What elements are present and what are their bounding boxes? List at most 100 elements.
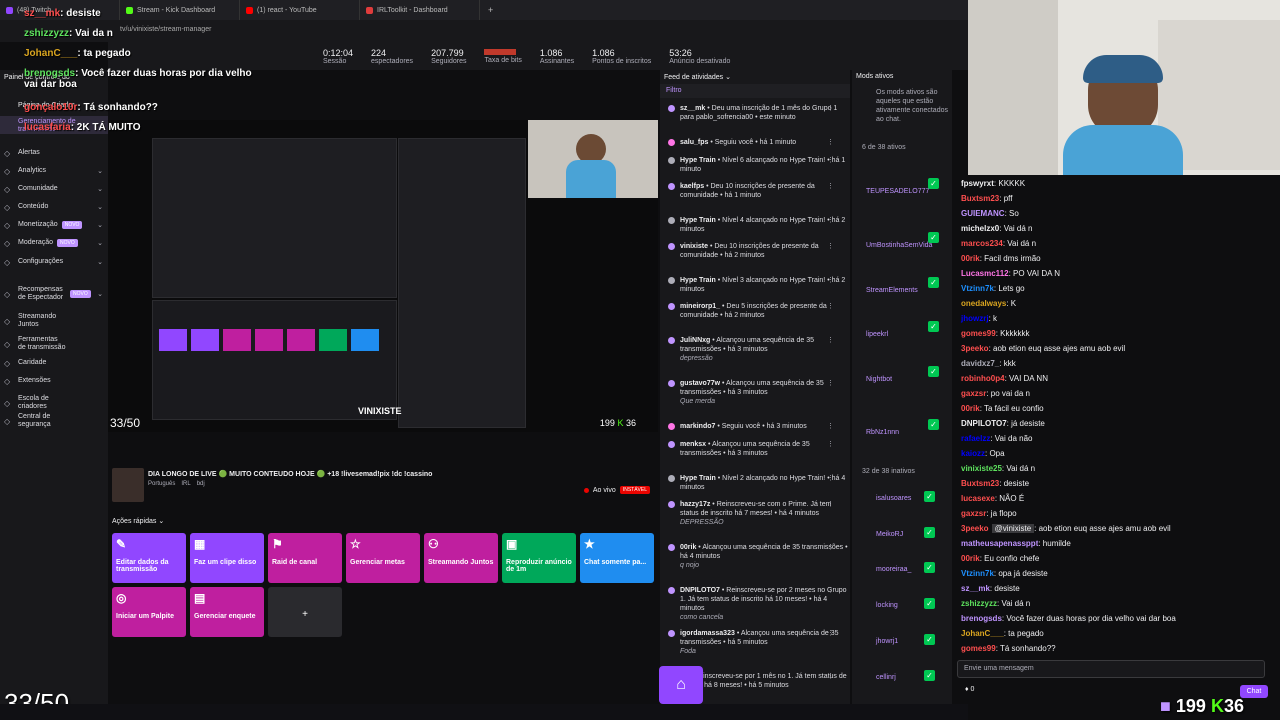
chat-username[interactable]: Vtzinn7k	[961, 569, 994, 578]
more-options-icon[interactable]: ⋮	[827, 302, 834, 311]
feed-item[interactable]: vinixiste • Deu 10 inscrições de present…	[660, 242, 850, 260]
more-options-icon[interactable]: ⋮	[827, 216, 834, 225]
feed-item[interactable]: Hype Train • Nível 4 alcançado no Hype T…	[660, 216, 850, 234]
more-options-icon[interactable]: ⋮	[827, 182, 834, 191]
mod-name[interactable]: TEUPESADELO777	[866, 188, 929, 195]
chat-username[interactable]: gaxzsr	[961, 509, 986, 518]
mod-action-icon[interactable]: ✓	[928, 232, 939, 243]
chat-username[interactable]: sz__mk	[961, 584, 990, 593]
mod-name[interactable]: RbNz1nnn	[866, 429, 899, 436]
channel-points[interactable]: ♦ 0	[965, 686, 974, 693]
mod-name[interactable]: locking	[876, 602, 898, 609]
chat-username[interactable]: DNPILOTO7	[961, 419, 1007, 428]
chat-username[interactable]: jhowzrj	[961, 314, 989, 323]
more-options-icon[interactable]: ⋮	[827, 474, 834, 483]
chat-username[interactable]: 00rik	[961, 554, 980, 563]
feed-header[interactable]: Feed de atividades ⌄	[664, 73, 731, 81]
mod-action-icon[interactable]: ✓	[924, 562, 935, 573]
sidebar-item[interactable]: ◇ Alertas	[4, 149, 103, 158]
more-options-icon[interactable]: ⋮	[827, 672, 834, 681]
chat-username[interactable]: lucasexe	[961, 494, 995, 503]
chat-username[interactable]: robinho0p4	[961, 374, 1005, 383]
chat-input[interactable]: Envie uma mensagem	[957, 660, 1265, 678]
browser-tab[interactable]: Stream - Kick Dashboard	[120, 0, 240, 20]
feed-item[interactable]: JuliNNxg • Alcançou uma sequência de 35 …	[660, 336, 850, 363]
quick-action-button[interactable]: +	[268, 587, 342, 637]
chat-username[interactable]: matheusapenassppt	[961, 539, 1038, 548]
sidebar-item[interactable]: ◇ Analytics ⌄	[4, 167, 103, 176]
more-options-icon[interactable]: ⋮	[827, 440, 834, 449]
feed-item[interactable]: salu_fps • Seguiu você • há 1 minuto ⋮	[660, 138, 850, 147]
new-tab-button[interactable]: +	[480, 5, 501, 15]
mod-name[interactable]: StreamElements	[866, 287, 918, 294]
sidebar-item[interactable]: ◇ Streamando Juntos	[4, 313, 103, 329]
feed-item[interactable]: Hype Train • Nível 6 alcançado no Hype T…	[660, 156, 850, 174]
mod-name[interactable]: UmBostinhaSemVida	[866, 242, 932, 249]
feed-item[interactable]: kaelfps • Deu 10 inscrições de presente …	[660, 182, 850, 200]
mod-action-icon[interactable]: ✓	[928, 419, 939, 430]
chat-username[interactable]: Buxtsm23	[961, 479, 999, 488]
quick-action-button[interactable]: ✎ Editar dados da transmissão	[112, 533, 186, 583]
mod-name[interactable]: mooreiraa_	[876, 566, 911, 573]
more-options-icon[interactable]: ⋮	[827, 379, 834, 388]
sidebar-item[interactable]: ◇ Escola de criadores	[4, 395, 103, 411]
chat-username[interactable]: 3peeko	[961, 524, 989, 533]
feed-item[interactable]: gustavo77w • Alcançou uma sequência de 3…	[660, 379, 850, 406]
feed-item[interactable]: 00rik • Alcançou uma sequência de 35 tra…	[660, 543, 850, 570]
chat-username[interactable]: rafaelzz	[961, 434, 990, 443]
more-options-icon[interactable]: ⋮	[827, 156, 834, 165]
quick-action-button[interactable]: ⚇ Streamando Juntos	[424, 533, 498, 583]
quick-action-button[interactable]: ▤ Gerenciar enquete	[190, 587, 264, 637]
chat-username[interactable]: gomes99	[961, 329, 996, 338]
more-options-icon[interactable]: ⋮	[827, 629, 834, 638]
feed-item[interactable]: mineirorp1_ • Deu 5 inscrições de presen…	[660, 302, 850, 320]
mod-name[interactable]: jhowrj1	[876, 638, 898, 645]
mod-name[interactable]: lipeekrl	[866, 331, 888, 338]
more-options-icon[interactable]: ⋮	[827, 276, 834, 285]
chat-username[interactable]: Vtzinn7k	[961, 284, 994, 293]
chat-username[interactable]: Lucasmc112	[961, 269, 1009, 278]
more-options-icon[interactable]: ⋮	[827, 104, 834, 113]
more-options-icon[interactable]: ⋮	[827, 543, 834, 552]
mention-tag[interactable]: @vinixiste	[991, 524, 1035, 533]
mod-action-icon[interactable]: ✓	[928, 366, 939, 377]
feed-item[interactable]: DNPILOTO7 • Reinscreveu-se por 2 meses n…	[660, 586, 850, 622]
sidebar-item[interactable]: ◇ Configurações ⌄	[4, 258, 103, 267]
mod-name[interactable]: MeikoRJ	[876, 531, 903, 538]
feed-item[interactable]: hazzy17z • Reinscreveu-se com o Prime. J…	[660, 500, 850, 527]
feed-item[interactable]: menksx • Alcançou uma sequência de 35 tr…	[660, 440, 850, 458]
sidebar-item[interactable]: ◇ Monetização NOVO ⌄	[4, 221, 103, 230]
mod-action-icon[interactable]: ✓	[924, 670, 935, 681]
address-bar[interactable]: tv/u/vinixiste/stream-manager	[0, 20, 968, 42]
quick-action-button[interactable]: ⚑ Raid de canal	[268, 533, 342, 583]
chat-username[interactable]: brenogsds	[961, 614, 1002, 623]
stream-tag[interactable]: bdj	[197, 481, 205, 487]
feed-filter[interactable]: Filtro	[660, 84, 850, 98]
mod-name[interactable]: Nightbot	[866, 376, 892, 383]
chat-username[interactable]: fpswyrxt	[961, 179, 994, 188]
chat-username[interactable]: marcos234	[961, 239, 1003, 248]
chat-send-button[interactable]: Chat	[1240, 685, 1268, 698]
chat-username[interactable]: Buxtsm23	[961, 194, 999, 203]
more-options-icon[interactable]: ⋮	[827, 336, 834, 345]
mod-name[interactable]: isalusoares	[876, 495, 911, 502]
more-options-icon[interactable]: ⋮	[827, 242, 834, 251]
quick-action-button[interactable]: ◎ Iniciar um Palpite	[112, 587, 186, 637]
chat-username[interactable]: GUIEMANC	[961, 209, 1005, 218]
chat-username[interactable]: JohanC___	[961, 629, 1004, 638]
feed-item[interactable]: sz__mk • Deu uma inscrição de 1 mês do G…	[660, 104, 850, 122]
mod-action-icon[interactable]: ✓	[924, 634, 935, 645]
quick-actions-header[interactable]: Ações rápidas ⌄	[112, 517, 164, 525]
mod-action-icon[interactable]: ✓	[924, 491, 935, 502]
mod-name[interactable]: cellinrj	[876, 674, 896, 681]
quick-action-button[interactable]: ▦ Faz um clipe disso	[190, 533, 264, 583]
feed-item[interactable]: Hype Train • Nível 2 alcançado no Hype T…	[660, 474, 850, 492]
more-options-icon[interactable]: ⋮	[827, 422, 834, 431]
chat-username[interactable]: zshizzyzz	[961, 599, 997, 608]
mod-action-icon[interactable]: ✓	[928, 321, 939, 332]
sidebar-item[interactable]: ◇ Ferramentas de transmissão	[4, 336, 103, 352]
mod-action-icon[interactable]: ✓	[928, 178, 939, 189]
sidebar-item[interactable]: ◇ Extensões	[4, 377, 103, 386]
chat-username[interactable]: vinixiste25	[961, 464, 1002, 473]
sidebar-item[interactable]: ◇ Conteúdo ⌄	[4, 203, 103, 212]
